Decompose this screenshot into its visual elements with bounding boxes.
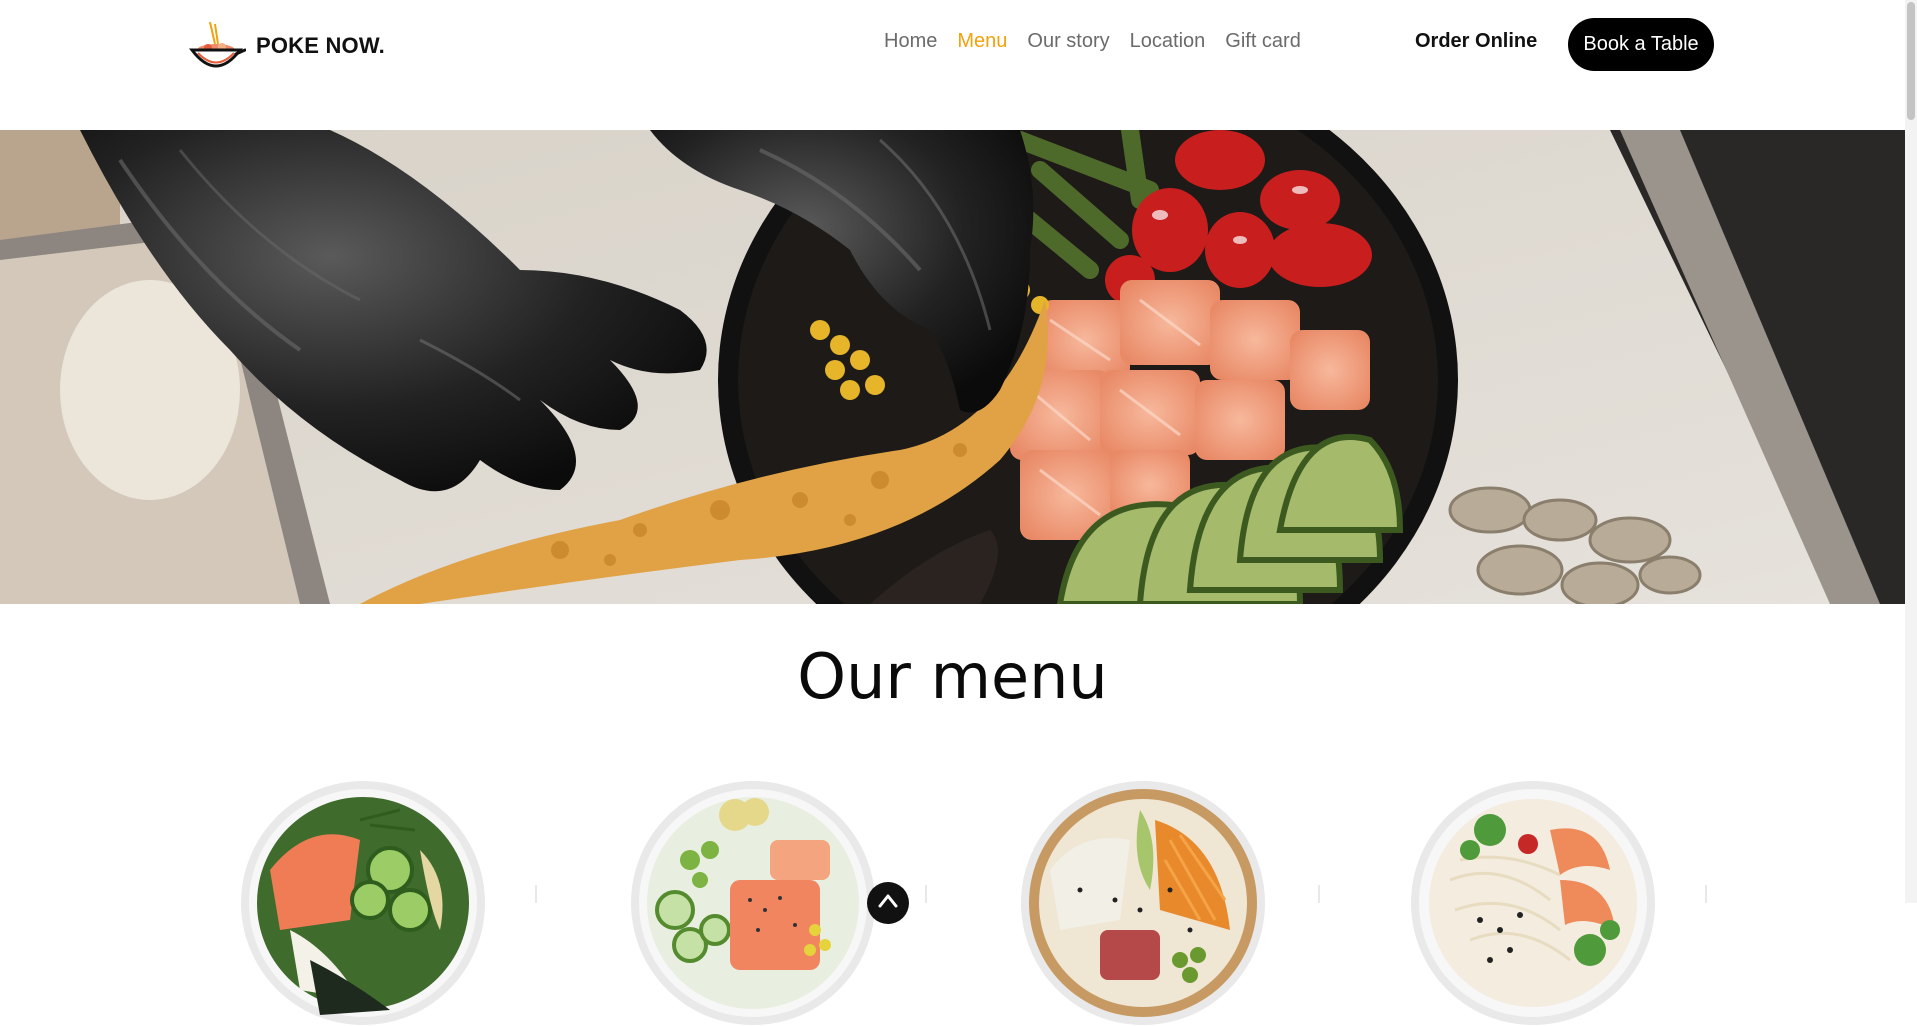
scrollbar-thumb[interactable] [1907, 2, 1915, 120]
poke-bowl-hero-image [0, 130, 1905, 604]
salmon-cucumber-bowl-image [241, 781, 485, 1025]
card-divider [1705, 885, 1707, 903]
nav-our-story[interactable]: Our story [1027, 30, 1109, 53]
salmon-edamame-bowl-image [631, 781, 875, 1025]
card-divider [925, 885, 927, 903]
menu-item-bowl-3[interactable] [1020, 780, 1266, 1026]
nav-gift-card[interactable]: Gift card [1225, 30, 1301, 53]
site-header: POKE NOW. Home Menu Our story Location G… [0, 0, 1905, 130]
menu-title: Our menu [797, 640, 1108, 713]
shrimp-noodle-bowl-image [1411, 781, 1655, 1025]
card-divider [535, 885, 537, 903]
hero-banner [0, 130, 1905, 604]
brand-name: POKE NOW. [256, 33, 385, 58]
poke-bowl-logo-icon [188, 21, 246, 68]
scrollbar-track[interactable] [1905, 0, 1917, 903]
nav-home[interactable]: Home [884, 30, 937, 53]
card-divider [1318, 885, 1320, 903]
menu-item-bowl-4[interactable] [1410, 780, 1656, 1026]
brand[interactable]: POKE NOW. [188, 20, 385, 72]
nav-location[interactable]: Location [1130, 30, 1206, 53]
main-nav: Home Menu Our story Location Gift card [884, 30, 1301, 53]
scroll-up-icon [878, 894, 898, 908]
book-table-button[interactable]: Book a Table [1568, 18, 1714, 71]
tuna-carrot-bowl-image [1021, 781, 1265, 1025]
nav-menu[interactable]: Menu [957, 30, 1007, 53]
menu-item-bowl-1[interactable] [240, 780, 486, 1026]
menu-item-bowl-2[interactable] [630, 780, 876, 1026]
order-online-link[interactable]: Order Online [1415, 30, 1537, 53]
scroll-up-button[interactable] [867, 882, 909, 924]
